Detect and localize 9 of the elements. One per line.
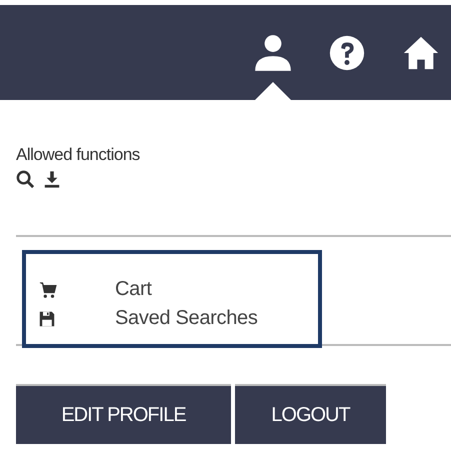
search-icon <box>16 170 35 189</box>
profile-button[interactable]: EDIT PROFILE <box>16 384 231 444</box>
profile-button[interactable]: LOGOUT <box>235 384 386 444</box>
user-icon[interactable] <box>252 32 294 74</box>
menu-item[interactable]: Saved Searches <box>39 307 318 330</box>
cart-icon <box>39 280 57 298</box>
download-icon <box>43 170 61 189</box>
menu-item[interactable]: Cart <box>39 278 318 301</box>
section-label: Allowed functions <box>16 145 141 165</box>
